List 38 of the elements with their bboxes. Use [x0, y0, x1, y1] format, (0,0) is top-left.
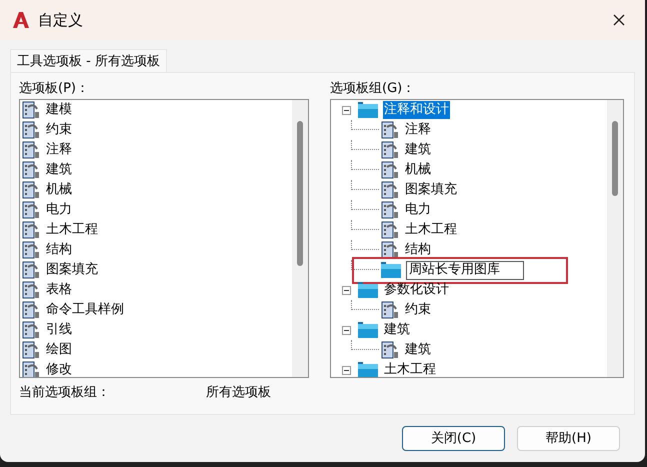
palette-item[interactable]: 注释 — [46, 140, 72, 160]
tree-item[interactable]: 结构 — [404, 241, 432, 259]
tree-item[interactable]: 图案填充 — [404, 181, 458, 199]
palette-item[interactable]: 建筑 — [46, 160, 72, 180]
dialog-button[interactable]: 帮助(H) — [517, 426, 620, 451]
group-tree[interactable]: 注释和设计 注释 建筑 机械 图案填充 电力 土木工程 结构 周站长专用图库 参数化设计 约束 建筑 建筑 土木工程 — [330, 99, 624, 378]
tab[interactable]: 工具选项板 - 所有选项板 — [10, 49, 167, 72]
palette-item[interactable]: 结构 — [46, 240, 72, 260]
palette-item[interactable]: 修改 — [46, 360, 72, 377]
palette-item[interactable]: 绘图 — [46, 340, 72, 360]
palette-item[interactable]: 图案填充 — [46, 260, 98, 280]
tree-item[interactable]: 注释和设计 — [383, 101, 450, 119]
tree-item[interactable]: 土木工程 — [404, 221, 458, 239]
tree-item[interactable]: 土木工程 — [383, 361, 437, 377]
palette-item[interactable]: 约束 — [46, 120, 72, 140]
palette-item[interactable]: 表格 — [46, 280, 72, 300]
tree-item[interactable]: 电力 — [404, 201, 432, 219]
palette-item[interactable]: 土木工程 — [46, 220, 98, 240]
tree-item[interactable]: 机械 — [404, 161, 432, 179]
palette-item[interactable]: 电力 — [46, 200, 72, 220]
tree-item[interactable]: 建筑 — [383, 321, 411, 339]
tree-label: 选项板组(G)： — [330, 80, 416, 98]
palette-item[interactable]: 机械 — [46, 180, 72, 200]
palette-item[interactable]: 引线 — [46, 320, 72, 340]
palette-item[interactable]: 命令工具样例 — [46, 300, 124, 320]
current-group-value: 所有选项板 — [206, 384, 271, 402]
tree-item[interactable]: 建筑 — [404, 141, 432, 159]
tree-item[interactable]: 约束 — [404, 301, 432, 319]
palette-list[interactable]: 建模 约束 注释 建筑 机械 电力 土木工程 结构 图案填充 表格 命令工具样例 引线 绘图 修改 — [19, 99, 309, 378]
list-label: 选项板(P)： — [19, 80, 90, 98]
tree-item[interactable]: 建筑 — [404, 341, 432, 359]
window-title: 自定义 — [38, 10, 83, 31]
dialog-button[interactable]: 关闭(C) — [402, 426, 505, 451]
rename-field[interactable]: 周站长专用图库 — [406, 260, 524, 280]
tree-item[interactable]: 参数化设计 — [383, 281, 450, 299]
current-group-label: 当前选项板组： — [19, 384, 111, 402]
palette-item[interactable]: 建模 — [46, 100, 72, 120]
tree-item[interactable]: 注释 — [404, 121, 432, 139]
